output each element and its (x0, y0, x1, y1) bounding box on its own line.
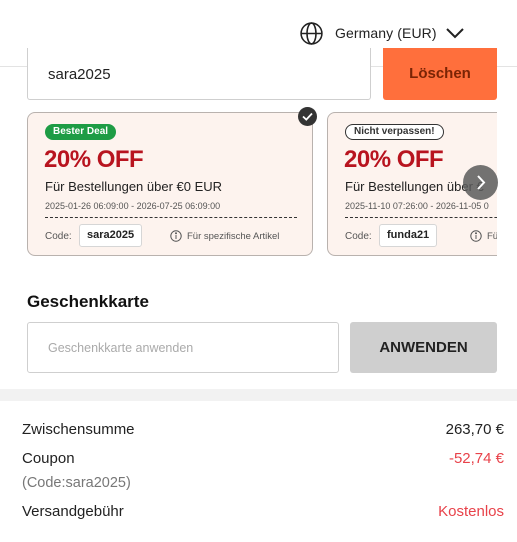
best-deal-badge: Bester Deal (45, 124, 117, 140)
coupon-info[interactable]: Für spezifische Artikel (170, 230, 279, 242)
selected-check-icon (298, 107, 317, 126)
gift-card-input[interactable] (27, 322, 339, 373)
coupon-divider (45, 217, 297, 218)
region-label: Germany (EUR) (335, 25, 437, 41)
coupon-info-text: Fü (487, 230, 497, 242)
subtotal-row: Zwischensumme 263,70 € (22, 421, 504, 438)
info-icon (470, 230, 482, 242)
coupon-discount-value: -52,74 € (448, 450, 504, 467)
subtotal-value: 263,70 € (445, 421, 504, 438)
coupon-discount: 20% OFF (344, 146, 444, 173)
coupon-info[interactable]: Fü (470, 230, 497, 242)
region-selector[interactable]: Germany (EUR) (299, 20, 465, 46)
globe-icon (300, 21, 323, 45)
chevron-down-icon (445, 28, 464, 39)
coupon-code: funda21 (379, 224, 438, 247)
coupon-row: Coupon -52,74 € (22, 450, 504, 467)
chevron-right-icon (477, 175, 486, 190)
shipping-value: Kostenlos (438, 503, 504, 520)
dont-miss-badge: Nicht verpassen! (345, 124, 444, 140)
coupon-code: sara2025 (79, 224, 143, 247)
coupon-condition: Für Bestellungen über €0 EUR (45, 179, 223, 194)
carousel-next-button[interactable] (463, 165, 498, 200)
shipping-row: Versandgebühr Kostenlos (22, 503, 504, 520)
coupon-code-label: Code: (345, 231, 372, 242)
section-divider (0, 389, 517, 401)
coupon-discount: 20% OFF (44, 146, 144, 173)
clear-coupon-button[interactable]: Löschen (383, 48, 497, 100)
subtotal-label: Zwischensumme (22, 421, 135, 438)
applied-coupon-code: (Code:sara2025) (22, 475, 131, 491)
coupon-validity: 2025-11-10 07:26:00 - 2026-11-05 0 (345, 201, 489, 211)
info-icon (170, 230, 182, 242)
coupon-label: Coupon (22, 450, 75, 467)
coupon-card[interactable]: Bester Deal 20% OFF Für Bestellungen übe… (27, 112, 313, 256)
coupon-validity: 2025-01-26 06:09:00 - 2026-07-25 06:09:0… (45, 201, 221, 211)
gift-card-title: Geschenkkarte (27, 292, 149, 311)
apply-gift-card-button[interactable]: ANWENDEN (350, 322, 497, 373)
coupon-code-input[interactable]: sara2025 (27, 48, 371, 100)
shipping-label: Versandgebühr (22, 503, 124, 520)
coupon-info-text: Für spezifische Artikel (187, 230, 280, 242)
coupon-code-label: Code: (45, 231, 72, 242)
coupon-carousel: Bester Deal 20% OFF Für Bestellungen übe… (27, 110, 497, 258)
coupon-divider (345, 217, 497, 218)
